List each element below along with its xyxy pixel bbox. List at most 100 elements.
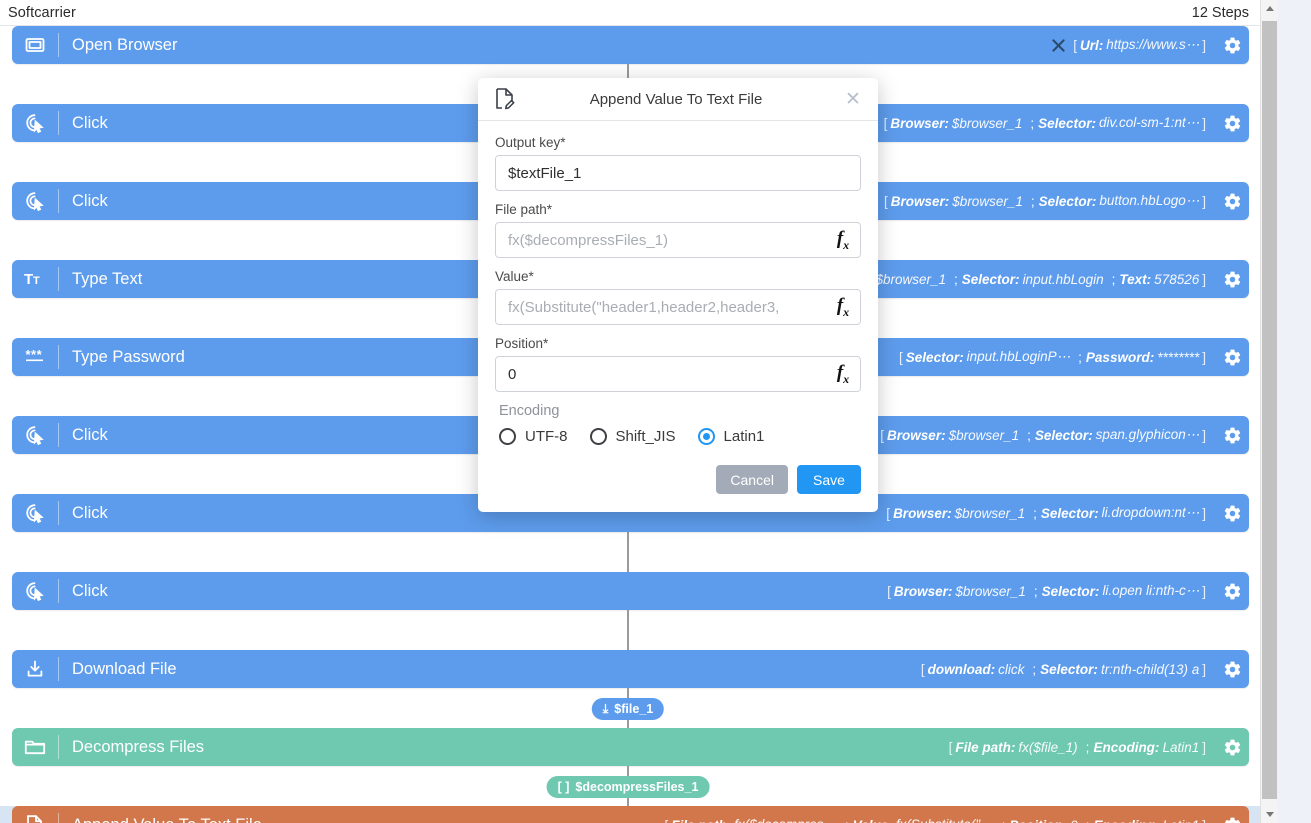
param-value: div.col-sm-1:nt⋯ — [1098, 115, 1200, 130]
encoding-radio-shift-jis[interactable]: Shift_JIS — [589, 428, 676, 445]
application-window: Softcarrier 12 Steps Open Browser [Url: ht… — [0, 0, 1311, 823]
step-settings-gear-icon[interactable] — [1215, 36, 1249, 55]
param-value: input.hbLoginP⋯ — [966, 349, 1071, 364]
step-row[interactable]: Decompress Files [File path: fx($file_1); E… — [12, 728, 1249, 766]
step-settings-gear-icon[interactable] — [1215, 114, 1249, 133]
step-label: Type Text — [72, 269, 143, 288]
step-row[interactable]: Click [Browser: $browser_1; Selector: li.ope… — [12, 572, 1249, 610]
workflow-title: Softcarrier — [8, 4, 76, 21]
step-settings-gear-icon[interactable] — [1215, 816, 1249, 823]
type-text-icon: TT — [12, 260, 58, 298]
folder-open-icon — [12, 728, 58, 766]
param-key: Browser: — [887, 427, 946, 443]
encoding-radio-latin1[interactable]: Latin1 — [697, 428, 764, 445]
step-row[interactable]: Download File [download: click; Selector: tr… — [12, 650, 1249, 688]
value-input[interactable] — [496, 290, 826, 324]
close-icon[interactable]: ✕ — [842, 88, 864, 110]
connector-line — [627, 532, 629, 572]
step-label: Decompress Files — [72, 737, 205, 756]
param-value: li.dropdown:nt⋯ — [1101, 505, 1200, 520]
step-label: Append Value To Text File — [59, 816, 262, 823]
position-input[interactable] — [496, 357, 826, 391]
output-key-input[interactable] — [496, 156, 860, 190]
field-value: Value* fx — [495, 269, 861, 325]
dialog-header: Append Value To Text File ✕ — [478, 78, 878, 121]
step-settings-gear-icon[interactable] — [1215, 348, 1249, 367]
step-row[interactable]: Append Value To Text File [File path:fx($… — [12, 806, 1249, 823]
param-key: Value: — [853, 818, 896, 823]
output-variable-badge[interactable]: [ ] $decompressFiles_1 — [546, 776, 710, 798]
scroll-down-arrow-icon[interactable] — [1261, 806, 1278, 823]
step-label: Type Password — [72, 347, 185, 366]
field-position: Position* fx — [495, 336, 861, 392]
encoding-radio-utf-8[interactable]: UTF-8 — [499, 428, 568, 445]
param-key: File path: — [955, 739, 1016, 755]
scrollbar-thumb[interactable] — [1262, 21, 1277, 799]
step-settings-gear-icon[interactable] — [1215, 192, 1249, 211]
svg-text:T: T — [33, 275, 40, 287]
connector-line — [627, 610, 629, 650]
fx-icon-position[interactable]: fx — [826, 362, 860, 387]
workflow-step: Append Value To Text File [File path:fx($… — [0, 806, 1261, 823]
fx-icon-value[interactable]: fx — [826, 295, 860, 320]
workflow-header: Softcarrier 12 Steps — [0, 0, 1261, 26]
file-path-control: fx — [495, 222, 861, 258]
workflow-step: Open Browser [Url: https://www.s⋯] — [0, 26, 1261, 64]
workflow-step: Decompress Files [File path: fx($file_1); E… — [0, 728, 1261, 766]
step-settings-gear-icon[interactable] — [1215, 426, 1249, 445]
click-target-icon — [12, 494, 58, 532]
param-key: Selector: — [1038, 193, 1097, 209]
output-variable-badge[interactable]: ⤓ $file_1 — [591, 698, 665, 720]
remove-step-icon[interactable] — [1050, 38, 1066, 52]
step-parameters: [Url: https://www.s⋯] — [1050, 37, 1215, 53]
param-key: Password: — [1085, 349, 1155, 365]
param-key: Browser: — [890, 193, 950, 209]
param-value: 578526 — [1154, 271, 1200, 287]
click-target-icon — [12, 104, 58, 142]
param-key: Selector: — [1041, 583, 1100, 599]
download-icon — [12, 650, 58, 688]
step-parameters: [Browser: $browser_1; Selector: button.hbLo… — [884, 193, 1206, 209]
fx-icon-file-path[interactable]: fx — [826, 228, 860, 253]
radio-dot — [499, 428, 516, 445]
step-settings-gear-icon[interactable] — [1215, 738, 1249, 757]
field-label-file-path: File path* — [495, 202, 553, 217]
step-parameters: [Selector: input.hbLoginP⋯; Password: *****… — [899, 349, 1206, 365]
encoding-label: Encoding — [499, 403, 560, 419]
file-path-input[interactable] — [496, 223, 826, 257]
param-key: Browser: — [893, 583, 953, 599]
param-value: fx($file_1) — [1018, 739, 1078, 755]
badge-type-glyph: [ ] — [557, 780, 570, 794]
password-asterisks-icon: *** — [12, 338, 58, 376]
field-label-position: Position* — [495, 336, 549, 351]
vertical-scrollbar[interactable] — [1260, 0, 1278, 823]
field-label-output-key: Output key* — [495, 135, 566, 150]
step-label: Download File — [72, 659, 177, 678]
dialog-footer: Cancel Save — [478, 465, 878, 512]
step-settings-gear-icon[interactable] — [1215, 504, 1249, 523]
step-count-label: 12 Steps — [1191, 4, 1249, 21]
save-button[interactable]: Save — [797, 465, 861, 494]
workflow-step: Download File [download: click; Selector: tr… — [0, 650, 1261, 688]
step-settings-gear-icon[interactable] — [1215, 270, 1249, 289]
param-key: Encoding: — [1093, 818, 1162, 823]
step-label: Click — [72, 425, 108, 444]
param-value: button.hbLogo⋯ — [1099, 193, 1200, 208]
param-key: Encoding: — [1093, 739, 1160, 755]
step-label: Click — [72, 113, 108, 132]
step-connector: ⤓ $file_1 — [0, 688, 1261, 728]
param-key: Selector: — [961, 271, 1020, 287]
step-parameters: [Browser: $browser_1; Selector: span.glyphi… — [880, 427, 1206, 443]
cancel-button[interactable]: Cancel — [716, 465, 788, 494]
scroll-up-arrow-icon[interactable] — [1261, 0, 1278, 17]
step-settings-gear-icon[interactable] — [1215, 660, 1249, 679]
step-row[interactable]: Open Browser [Url: https://www.s⋯] — [12, 26, 1249, 64]
workflow-step: Click [Browser: $browser_1; Selector: li.ope… — [0, 572, 1261, 610]
step-settings-gear-icon[interactable] — [1215, 582, 1249, 601]
radio-dot — [697, 428, 715, 445]
click-target-icon — [12, 182, 58, 220]
step-parameters: [File path:fx($decompres⋯;Value:fx(Subst… — [661, 817, 1215, 823]
dialog-title: Append Value To Text File — [589, 90, 763, 108]
step-connector — [0, 610, 1261, 650]
browser-window-icon — [12, 26, 58, 64]
